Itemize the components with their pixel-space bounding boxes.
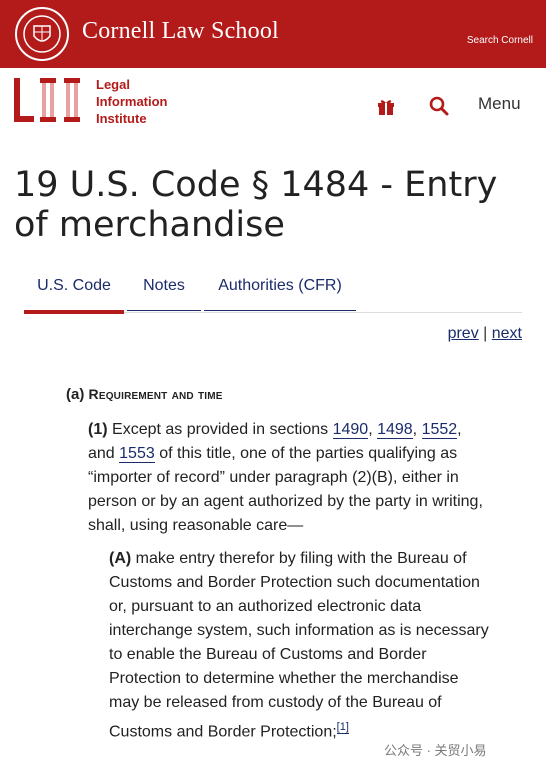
search-icon[interactable] xyxy=(429,96,449,116)
section-1552-link[interactable]: 1552 xyxy=(421,421,458,439)
tab-us-code[interactable]: U.S. Code xyxy=(24,270,124,314)
cornell-law-school-link[interactable]: Cornell Law School xyxy=(82,18,279,45)
subparagraph-A-label: (A) xyxy=(109,550,132,567)
tab-notes[interactable]: Notes xyxy=(127,270,201,311)
lii-logo[interactable] xyxy=(14,78,86,122)
footnote-1-link[interactable]: [1] xyxy=(336,721,349,734)
section-a-label: (a) xyxy=(66,386,85,403)
next-link[interactable]: next xyxy=(492,325,522,342)
section-a-heading: (a) Requirement and time xyxy=(66,386,223,403)
lii-header: Legal Information Institute Menu xyxy=(0,68,546,142)
section-1553-link[interactable]: 1553 xyxy=(119,445,155,463)
watermark: 公众号 · 关贸小易 xyxy=(384,743,487,758)
prev-link[interactable]: prev xyxy=(448,325,479,342)
lii-name-line3: Institute xyxy=(96,111,147,126)
pager-separator: | xyxy=(483,325,488,342)
paragraph-1-text-start: Except as provided in sections xyxy=(112,421,329,438)
paragraph-1: (1) Except as provided in sections 1490,… xyxy=(88,421,483,534)
cornell-header: Cornell Law School Search Cornell xyxy=(0,0,546,68)
lii-name-line2: Information xyxy=(96,94,168,109)
paragraph-1-label: (1) xyxy=(88,421,108,438)
gift-icon[interactable] xyxy=(376,96,396,116)
page-title: 19 U.S. Code § 1484 - Entry of merchandi… xyxy=(14,165,498,245)
tab-authorities-cfr[interactable]: Authorities (CFR) xyxy=(204,270,356,311)
subparagraph-A-text: make entry therefor by filing with the B… xyxy=(109,550,489,741)
menu-button[interactable]: Menu xyxy=(478,94,521,114)
pager: prev | next xyxy=(448,325,522,343)
subparagraph-A: (A) make entry therefor by filing with t… xyxy=(109,547,489,744)
lii-wordmark[interactable]: Legal Information Institute xyxy=(96,76,168,127)
section-1498-link[interactable]: 1498 xyxy=(377,421,413,439)
tab-bar: U.S. Code Notes Authorities (CFR) xyxy=(24,270,522,314)
lii-name-line1: Legal xyxy=(96,77,130,92)
cornell-seal-logo[interactable] xyxy=(14,6,70,62)
section-a-title: Requirement and time xyxy=(88,386,223,402)
search-cornell-link[interactable]: Search Cornell xyxy=(467,35,533,46)
section-1490-link[interactable]: 1490 xyxy=(332,421,369,439)
